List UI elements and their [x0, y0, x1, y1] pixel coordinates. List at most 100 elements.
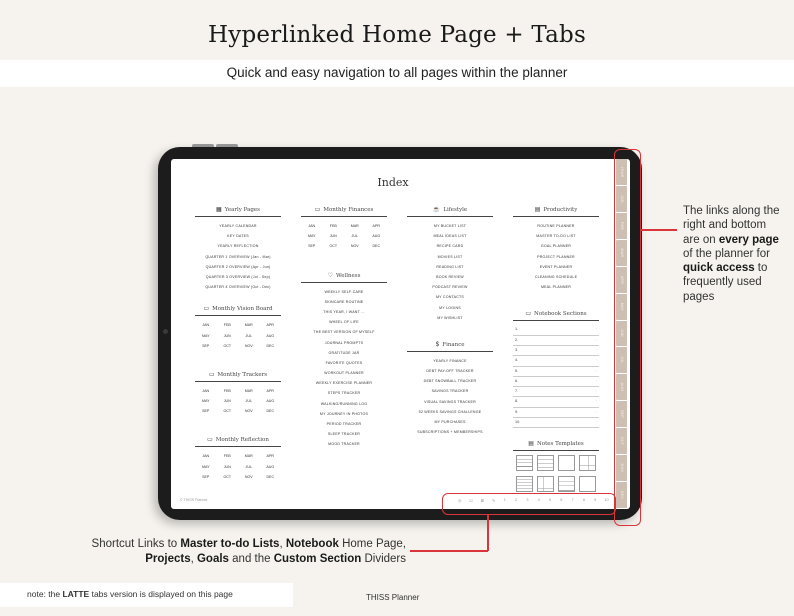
- month-link[interactable]: SEP: [195, 472, 217, 482]
- month-link[interactable]: SEP: [195, 341, 217, 351]
- list-item-link[interactable]: YEARLY REFLECTION: [195, 241, 281, 251]
- month-link[interactable]: OCT: [217, 341, 239, 351]
- section-notes-templates[interactable]: ▤ Notes Templates: [513, 440, 599, 452]
- list-item-link[interactable]: VISUAL SAVINGS TRACKER: [407, 397, 493, 407]
- template-dense-grid[interactable]: [516, 476, 533, 493]
- month-link[interactable]: MAR: [238, 386, 260, 396]
- notebook-section-row[interactable]: 2. ◦: [513, 336, 599, 346]
- list-item-link[interactable]: THE BEST VERSION OF MYSELF: [301, 327, 387, 337]
- list-item-link[interactable]: SLEEP TRACKER: [301, 429, 387, 439]
- month-link[interactable]: DEC: [260, 406, 282, 416]
- month-link[interactable]: JUL: [238, 462, 260, 472]
- month-link[interactable]: APR: [366, 221, 388, 231]
- template-grid[interactable]: [537, 455, 554, 472]
- month-link[interactable]: MAR: [238, 451, 260, 461]
- section-monthly-trackers[interactable]: ▭ Monthly Trackers: [195, 371, 281, 382]
- month-link[interactable]: AUG: [260, 462, 282, 472]
- list-item-link[interactable]: YEARLY CALENDAR: [195, 221, 281, 231]
- month-link[interactable]: OCT: [217, 406, 239, 416]
- month-link[interactable]: AUG: [366, 231, 388, 241]
- list-item-link[interactable]: QUARTER 2 OVERVIEW (Apr - Jun): [195, 262, 281, 272]
- list-item-link[interactable]: WORKOUT PLANNER: [301, 368, 387, 378]
- month-link[interactable]: AUG: [260, 331, 282, 341]
- notebook-section-row[interactable]: 7. ◦: [513, 387, 599, 398]
- month-link[interactable]: AUG: [260, 396, 282, 406]
- list-item-link[interactable]: MY JOURNEY IN PHOTOS: [301, 409, 387, 419]
- month-link[interactable]: MAR: [344, 221, 366, 231]
- list-item-link[interactable]: EVENT PLANNER: [513, 262, 599, 272]
- month-link[interactable]: NOV: [238, 472, 260, 482]
- month-link[interactable]: JAN: [195, 320, 217, 330]
- month-link[interactable]: JAN: [195, 451, 217, 461]
- list-item-link[interactable]: KEY DATES: [195, 231, 281, 241]
- list-item-link[interactable]: JOURNAL PROMPTS: [301, 338, 387, 348]
- list-item-link[interactable]: SAVINGS TRACKER: [407, 386, 493, 396]
- notebook-section-row[interactable]: 1. ◦: [513, 325, 599, 336]
- month-link[interactable]: FEB: [217, 451, 239, 461]
- list-item-link[interactable]: MOVIES LIST: [407, 252, 493, 262]
- template-cornell-left[interactable]: [537, 476, 554, 493]
- list-item-link[interactable]: THIS YEAR, I WANT ...: [301, 307, 387, 317]
- month-link[interactable]: JUL: [238, 396, 260, 406]
- list-item-link[interactable]: CLEANING SCHEDULE: [513, 272, 599, 282]
- notebook-section-row[interactable]: 4. ◦: [513, 356, 599, 367]
- template-blank-2[interactable]: [579, 476, 596, 493]
- template-lined[interactable]: [516, 455, 533, 472]
- month-link[interactable]: MAY: [195, 462, 217, 472]
- notebook-section-row[interactable]: 5. ◦: [513, 367, 599, 377]
- section-wellness[interactable]: ♡ Wellness: [301, 272, 387, 283]
- list-item-link[interactable]: SKINCARE ROUTINE: [301, 297, 387, 307]
- section-monthly-vision-board[interactable]: ▭ Monthly Vision Board: [195, 305, 281, 317]
- month-link[interactable]: JUN: [217, 331, 239, 341]
- list-item-link[interactable]: WEEKLY SELF-CARE: [301, 287, 387, 297]
- section-notebook-sections[interactable]: ▭ Notebook Sections: [513, 310, 599, 322]
- list-item-link[interactable]: RECIPE CARD: [407, 241, 493, 251]
- template-cornell[interactable]: [579, 455, 596, 472]
- month-link[interactable]: MAR: [238, 320, 260, 330]
- notebook-section-row[interactable]: 10. ◦: [513, 418, 599, 429]
- list-item-link[interactable]: FAVORITE QUOTES: [301, 358, 387, 368]
- month-link[interactable]: JUL: [238, 331, 260, 341]
- list-item-link[interactable]: MY WISHLIST: [407, 313, 493, 323]
- list-item-link[interactable]: QUARTER 1 OVERVIEW (Jan - Mar): [195, 252, 281, 262]
- month-link[interactable]: APR: [260, 386, 282, 396]
- month-link[interactable]: JAN: [195, 386, 217, 396]
- list-item-link[interactable]: WHEEL OF LIFE: [301, 317, 387, 327]
- list-item-link[interactable]: STEPS TRACKER: [301, 388, 387, 398]
- section-finance[interactable]: $ Finance: [407, 341, 493, 352]
- month-link[interactable]: NOV: [238, 341, 260, 351]
- list-item-link[interactable]: MY LOGINS: [407, 303, 493, 313]
- notebook-section-row[interactable]: 3. ◦: [513, 346, 599, 357]
- list-item-link[interactable]: 52 WEEKS SAVINGS CHALLENGE: [407, 407, 493, 417]
- list-item-link[interactable]: MEAL PLANNER: [513, 282, 599, 292]
- list-item-link[interactable]: QUARTER 4 OVERVIEW (Oct - Dec): [195, 282, 281, 292]
- list-item-link[interactable]: ROUTINE PLANNER: [513, 221, 599, 231]
- list-item-link[interactable]: DEBT SNOWBALL TRACKER: [407, 376, 493, 386]
- month-link[interactable]: FEB: [217, 320, 239, 330]
- month-link[interactable]: DEC: [366, 241, 388, 251]
- month-link[interactable]: OCT: [217, 472, 239, 482]
- list-item-link[interactable]: MASTER TO-DO LIST: [513, 231, 599, 241]
- month-link[interactable]: FEB: [323, 221, 345, 231]
- month-link[interactable]: OCT: [323, 241, 345, 251]
- list-item-link[interactable]: MY BUCKET LIST: [407, 221, 493, 231]
- list-item-link[interactable]: BOOK REVIEW: [407, 272, 493, 282]
- month-link[interactable]: JUN: [323, 231, 345, 241]
- list-item-link[interactable]: READING LIST: [407, 262, 493, 272]
- template-lined-sparse[interactable]: [558, 476, 575, 493]
- notebook-section-row[interactable]: 8. ◦: [513, 397, 599, 408]
- list-item-link[interactable]: GOAL PLANNER: [513, 241, 599, 251]
- month-link[interactable]: FEB: [217, 386, 239, 396]
- month-link[interactable]: JAN: [301, 221, 323, 231]
- list-item-link[interactable]: MEAL IDEAS LIST: [407, 231, 493, 241]
- list-item-link[interactable]: PROJECT PLANNER: [513, 252, 599, 262]
- template-blank[interactable]: [558, 455, 575, 472]
- list-item-link[interactable]: SUBSCRIPTIONS + MEMBERSHIPS: [407, 427, 493, 437]
- notebook-section-row[interactable]: 6. ◦: [513, 377, 599, 388]
- list-item-link[interactable]: QUARTER 3 OVERVIEW (Jul - Sep): [195, 272, 281, 282]
- list-item-link[interactable]: PODCAST REVIEW: [407, 282, 493, 292]
- month-link[interactable]: MAY: [195, 331, 217, 341]
- list-item-link[interactable]: WALKING/RUNNING LOG: [301, 399, 387, 409]
- month-link[interactable]: APR: [260, 320, 282, 330]
- section-lifestyle[interactable]: ☕ Lifestyle: [407, 206, 493, 217]
